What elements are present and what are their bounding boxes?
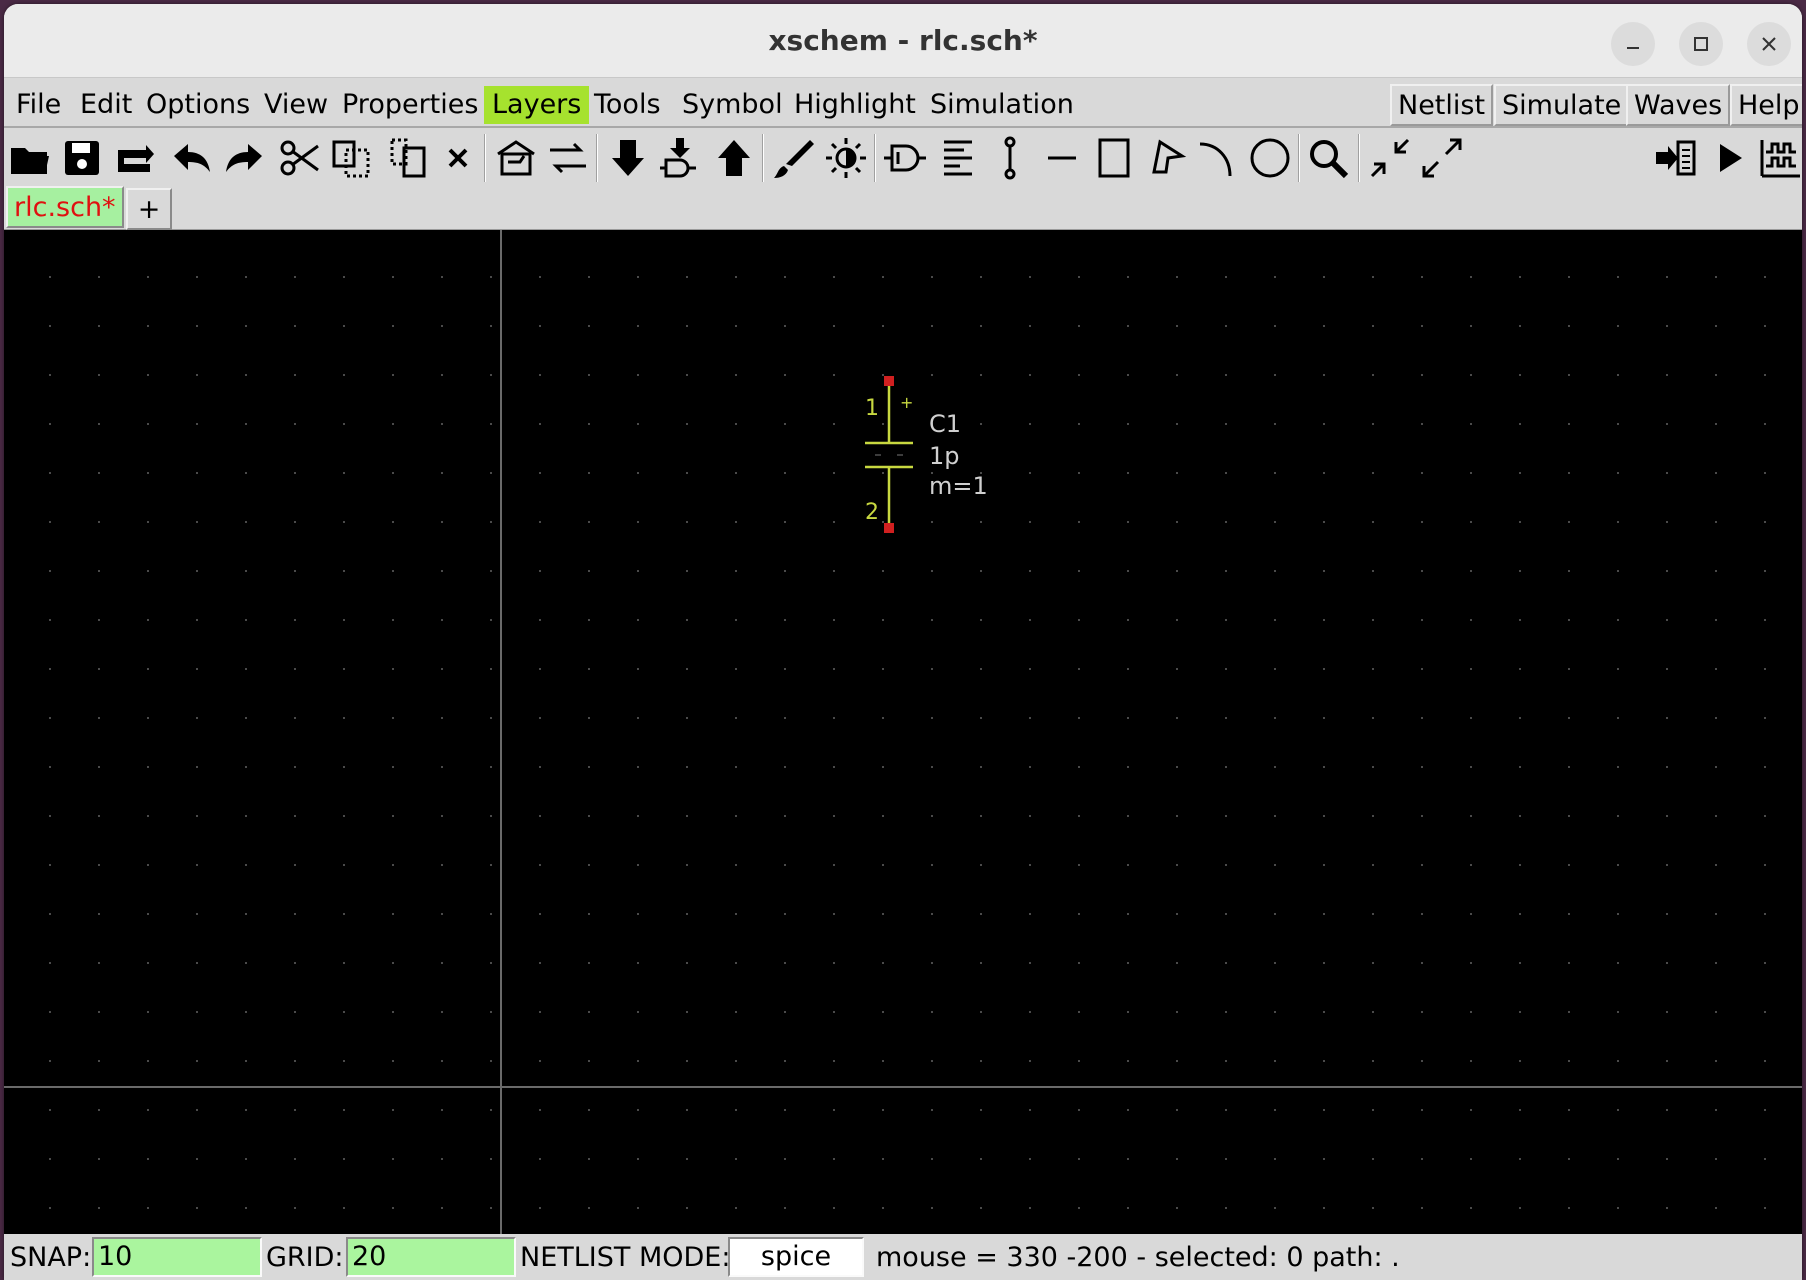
descend-icon[interactable] [604,134,652,182]
pin-2[interactable] [884,523,894,533]
rect-icon[interactable] [1090,134,1138,182]
zoom-icon[interactable] [1304,134,1352,182]
pin2-label: 2 [865,500,879,525]
toolbar-separator [1358,134,1360,182]
toolbar-separator [1298,134,1300,182]
maximize-button[interactable] [1679,22,1723,66]
undo-icon[interactable] [168,134,216,182]
toolbar-separator [874,134,876,182]
toolbar-separator [596,134,598,182]
snap-label: SNAP: [10,1242,92,1273]
go-back-icon[interactable] [710,134,758,182]
close-icon [1762,37,1776,51]
help-button[interactable]: Help [1730,84,1802,126]
polygon-icon[interactable] [1142,134,1190,182]
pin1-label: 1 [865,396,879,421]
title-bar: xschem - rlc.sch* [4,4,1802,78]
schematic-canvas[interactable]: + 1 2 C1 1p m=1 [4,230,1802,1234]
reload-icon[interactable] [110,134,158,182]
toolbar-separator [762,134,764,182]
zoom-out-icon[interactable] [1418,134,1466,182]
grid-input[interactable]: 20 [346,1237,516,1277]
minimize-button[interactable] [1611,22,1655,66]
highlight-icon[interactable] [822,134,870,182]
wire-icon[interactable] [986,134,1034,182]
status-bar: SNAP: 10 GRID: 20 NETLIST MODE: spice mo… [4,1234,1802,1280]
minimize-icon [1627,47,1639,49]
line-icon[interactable] [1038,134,1086,182]
menu-file[interactable]: File [8,86,69,124]
menu-bar: File Edit Options View Properties Layers… [4,80,1802,128]
zoom-in-icon[interactable] [1366,134,1414,182]
waves-button[interactable]: Waves [1626,84,1731,126]
copy-icon[interactable] [328,134,376,182]
menu-tools[interactable]: Tools [586,86,669,124]
grid [4,230,1802,1234]
component-multiplier: m=1 [929,472,988,500]
symbol-gate-icon[interactable] [880,134,928,182]
delete-icon[interactable] [434,134,482,182]
cut-icon[interactable] [276,134,324,182]
save-icon[interactable] [58,134,106,182]
status-info: mouse = 330 -200 - selected: 0 path: . [876,1242,1400,1273]
toolbar [4,130,1802,186]
arc-icon[interactable] [1194,134,1242,182]
toolbar-separator [484,134,486,182]
grid-label: GRID: [266,1242,344,1273]
add-tab-button[interactable]: + [126,188,172,230]
tab-bar: rlc.sch* + [4,186,1802,230]
netlist-button[interactable]: Netlist [1390,84,1494,126]
menu-options[interactable]: Options [138,86,258,124]
menu-view[interactable]: View [256,86,336,124]
redo-icon[interactable] [220,134,268,182]
simulate-icon[interactable] [1706,134,1754,182]
simulate-button[interactable]: Simulate [1494,84,1630,126]
descend-symbol-icon[interactable] [656,134,704,182]
close-button[interactable] [1747,22,1791,66]
menu-symbol[interactable]: Symbol [674,86,791,124]
menu-edit[interactable]: Edit [72,86,140,124]
app-window: xschem - rlc.sch* File Edit Options View… [4,4,1802,1280]
menu-properties[interactable]: Properties [334,86,486,124]
align-icon[interactable] [934,134,982,182]
netlist-mode-label: NETLIST MODE: [520,1242,731,1273]
draw-icon[interactable] [770,134,818,182]
component-name: C1 [929,410,961,438]
menu-layers[interactable]: Layers [484,86,590,124]
open-icon[interactable] [6,134,54,182]
menu-simulation[interactable]: Simulation [922,86,1082,124]
menu-highlight[interactable]: Highlight [786,86,924,124]
paste-icon[interactable] [386,134,434,182]
circle-icon[interactable] [1246,134,1294,182]
polarity-label: + [900,393,913,412]
pin-1[interactable] [884,376,894,386]
flip-icon[interactable] [544,134,592,182]
waves-icon[interactable] [1756,134,1802,182]
tab-rlc-sch[interactable]: rlc.sch* [6,186,124,228]
maximize-icon [1694,37,1708,51]
insert-symbol-icon[interactable] [492,134,540,182]
snap-input[interactable]: 10 [92,1237,262,1277]
netlist-icon[interactable] [1652,134,1700,182]
component-value: 1p [929,442,960,470]
netlist-mode-value[interactable]: spice [728,1237,864,1277]
window-title: xschem - rlc.sch* [768,24,1038,57]
